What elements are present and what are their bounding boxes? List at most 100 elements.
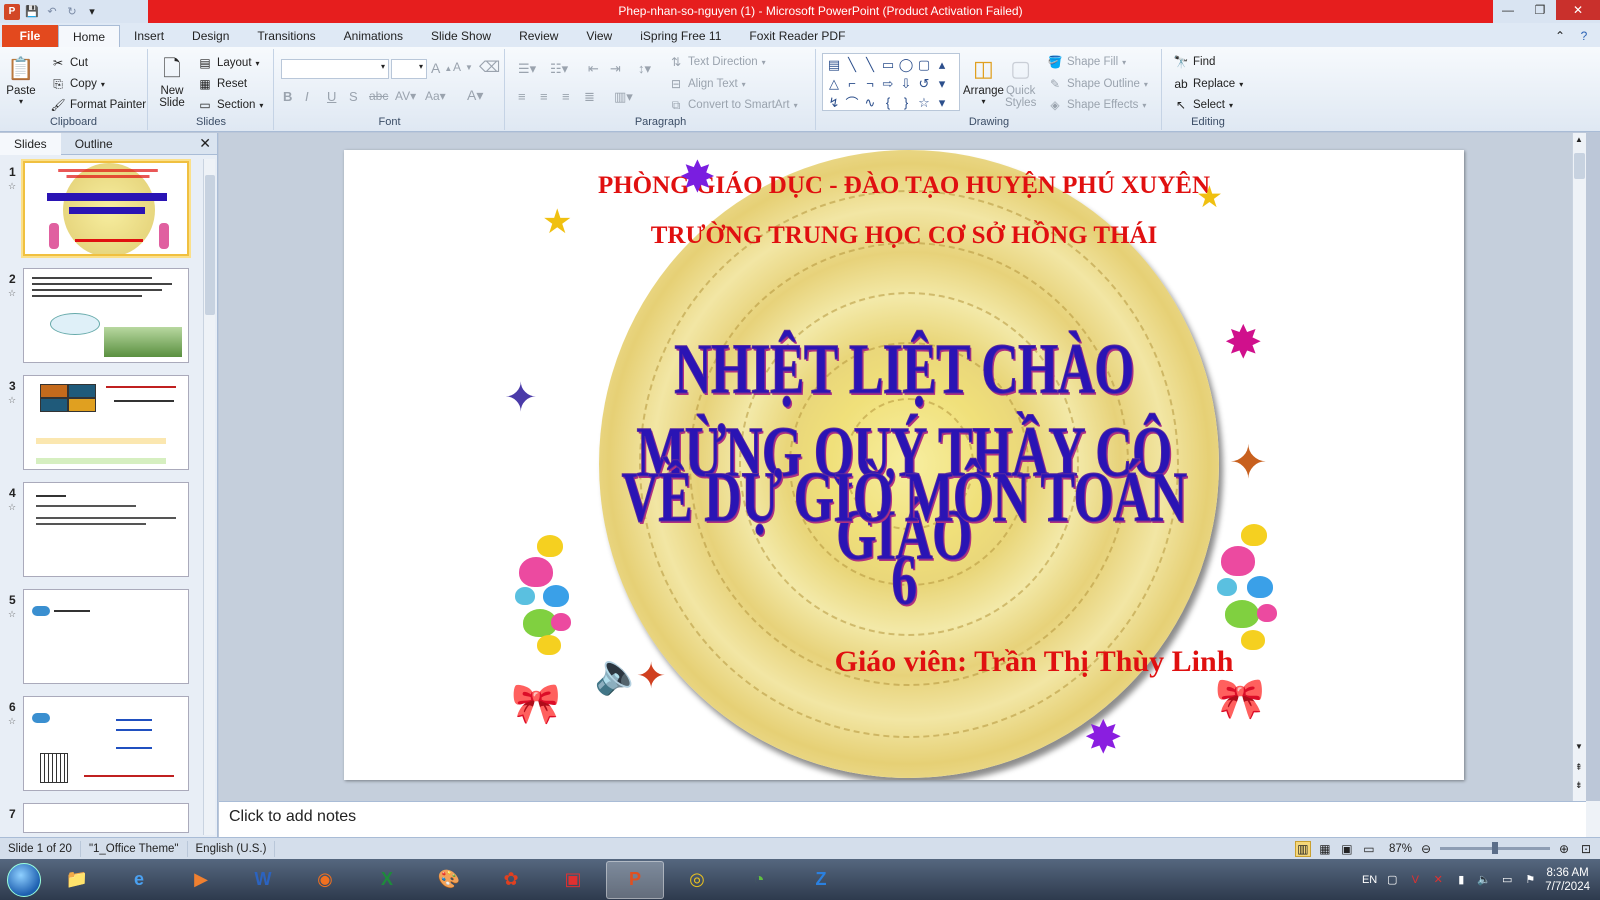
current-slide[interactable]: PHÒNG GIÁO DỤC - ĐÀO TẠO HUYỆN PHÚ XUYÊN…: [344, 150, 1464, 780]
bold-icon[interactable]: B: [283, 89, 292, 104]
increase-indent-icon[interactable]: ⇥: [610, 61, 621, 77]
shape-arrow-icon[interactable]: ⇨: [879, 74, 897, 93]
shape-line2-icon[interactable]: ╲: [861, 55, 879, 74]
previous-slide-icon[interactable]: ⇞: [1575, 762, 1583, 773]
shape-more-icon[interactable]: ▾: [933, 93, 951, 112]
shape-brace-left-icon[interactable]: {: [879, 93, 897, 112]
minimize-button[interactable]: —: [1492, 0, 1524, 20]
justify-icon[interactable]: ≣: [584, 89, 595, 105]
department-heading[interactable]: PHÒNG GIÁO DỤC - ĐÀO TẠO HUYỆN PHÚ XUYÊN: [344, 172, 1464, 200]
start-button[interactable]: [0, 859, 48, 900]
tab-insert[interactable]: Insert: [120, 25, 178, 47]
shape-wave-icon[interactable]: ∿: [861, 93, 879, 112]
font-color-icon[interactable]: A▾: [467, 87, 483, 104]
normal-view-icon[interactable]: ▥: [1294, 840, 1311, 857]
scroll-down-icon[interactable]: ▼: [1575, 742, 1583, 751]
decrease-indent-icon[interactable]: ⇤: [588, 61, 599, 77]
shadow-icon[interactable]: S: [349, 89, 358, 104]
word-icon[interactable]: W: [234, 861, 292, 899]
replace-button[interactable]: ab Replace ▾: [1173, 76, 1243, 92]
zoom-level[interactable]: 87%: [1389, 843, 1412, 855]
shape-down-arrow-icon[interactable]: ⇩: [897, 74, 915, 93]
shape-brace-right-icon[interactable]: }: [897, 93, 915, 112]
underline-icon[interactable]: U: [327, 89, 336, 104]
convert-smartart-button[interactable]: ⧉ Convert to SmartArt ▾: [668, 97, 798, 113]
editor-scrollbar[interactable]: ▲ ▼ ⇞ ⇟: [1572, 133, 1586, 801]
media-player-icon[interactable]: ▶: [172, 861, 230, 899]
char-spacing-icon[interactable]: AV▾: [395, 89, 416, 103]
zoom-out-icon[interactable]: ⊖: [1418, 841, 1434, 857]
pane-scrollbar[interactable]: [203, 159, 215, 835]
zoom-slider[interactable]: [1440, 842, 1550, 854]
shape-arc-icon[interactable]: ⌒: [843, 93, 861, 112]
zoom-in-icon[interactable]: ⊕: [1556, 841, 1572, 857]
shape-effects-button[interactable]: ◈ Shape Effects ▾: [1047, 97, 1146, 113]
tab-review[interactable]: Review: [505, 25, 572, 47]
paint-icon[interactable]: 🎨: [420, 861, 478, 899]
scroll-up-icon[interactable]: ▲: [1575, 135, 1583, 144]
flag-icon[interactable]: ⚑: [1522, 872, 1538, 888]
help-icon[interactable]: ?: [1576, 28, 1592, 44]
excel-icon[interactable]: X: [358, 861, 416, 899]
theme-name[interactable]: "1_Office Theme": [81, 840, 188, 857]
tab-view[interactable]: View: [572, 25, 626, 47]
customize-qat-icon[interactable]: ▾: [84, 4, 100, 20]
fit-to-window-icon[interactable]: ⊡: [1578, 841, 1594, 857]
change-case-icon[interactable]: Aa▾: [425, 89, 446, 103]
align-right-icon[interactable]: ≡: [562, 89, 570, 104]
shape-rect-icon[interactable]: ▭: [879, 55, 897, 74]
quick-styles-button[interactable]: ▢ Quick Styles: [1005, 53, 1036, 110]
shape-textbox-icon[interactable]: ▤: [825, 55, 843, 74]
align-left-icon[interactable]: ≡: [518, 89, 526, 104]
next-slide-icon[interactable]: ⇟: [1575, 780, 1583, 791]
numbering-icon[interactable]: ☷▾: [550, 61, 568, 77]
tab-transitions[interactable]: Transitions: [243, 25, 329, 47]
notes-pane[interactable]: Click to add notes: [219, 801, 1586, 837]
cut-button[interactable]: ✂ Cut: [50, 55, 88, 71]
save-icon[interactable]: 💾: [24, 4, 40, 20]
align-center-icon[interactable]: ≡: [540, 89, 548, 104]
minimize-ribbon-icon[interactable]: ⌃: [1552, 28, 1568, 44]
shape-fill-button[interactable]: 🪣 Shape Fill ▾: [1047, 54, 1127, 70]
italic-icon[interactable]: I: [305, 89, 309, 104]
find-button[interactable]: 🔭 Find: [1173, 54, 1216, 70]
restore-button[interactable]: ❐: [1524, 0, 1556, 20]
undo-icon[interactable]: ↶: [44, 4, 60, 20]
scroll-thumb[interactable]: [1574, 153, 1585, 179]
maple-app-icon[interactable]: ✿: [482, 861, 540, 899]
grow-font-icon[interactable]: A ▲: [431, 60, 452, 76]
zalo-icon[interactable]: Z: [792, 861, 850, 899]
shapes-gallery[interactable]: ▤ ╲ ╲ ▭ ◯ ▢ ▴ △ ⌐ ¬ ⇨ ⇩ ↺ ▾ ↯ ⌒ ∿{} ☆ ▾: [822, 53, 960, 111]
shape-triangle-icon[interactable]: △: [825, 74, 843, 93]
reset-button[interactable]: ▦ Reset: [197, 76, 247, 92]
shape-line-icon[interactable]: ╲: [843, 55, 861, 74]
columns-icon[interactable]: ▥▾: [614, 89, 633, 105]
new-slide-button[interactable]: 🗋 New Slide: [157, 53, 187, 110]
chrome-icon[interactable]: ◎: [668, 861, 726, 899]
shape-elbow-icon[interactable]: ⌐: [843, 74, 861, 93]
tab-file[interactable]: File: [2, 25, 58, 47]
unikey-tray-icon[interactable]: ✕: [1430, 872, 1446, 888]
shape-star-icon[interactable]: ☆: [915, 93, 933, 112]
antivirus-icon[interactable]: V: [1407, 872, 1423, 888]
tab-outline[interactable]: Outline: [61, 133, 127, 155]
slide-sorter-icon[interactable]: ▦: [1317, 841, 1333, 857]
shape-outline-button[interactable]: ✎ Shape Outline ▾: [1047, 76, 1148, 92]
text-direction-button[interactable]: ⇅ Text Direction ▾: [668, 54, 766, 70]
powerpoint-taskbar-icon[interactable]: P: [606, 860, 664, 899]
clear-format-icon[interactable]: ⌫: [479, 58, 500, 76]
firefox-icon[interactable]: ◉: [296, 861, 354, 899]
select-button[interactable]: ↖ Select ▾: [1173, 97, 1233, 113]
zalo-tray-icon[interactable]: ▢: [1384, 872, 1400, 888]
speaker-icon[interactable]: 🔈: [594, 650, 644, 697]
bullets-icon[interactable]: ☰▾: [518, 61, 536, 77]
tab-slides[interactable]: Slides: [0, 132, 61, 155]
section-button[interactable]: ▭ Section ▾: [197, 97, 263, 113]
coccoc-icon[interactable]: ◔: [730, 861, 788, 899]
arrange-button[interactable]: ◫ Arrange ▾: [963, 53, 1004, 106]
monitor-icon[interactable]: ▭: [1499, 872, 1515, 888]
tab-design[interactable]: Design: [178, 25, 243, 47]
layout-button[interactable]: ▤ Layout ▾: [197, 55, 259, 71]
shape-oval-icon[interactable]: ◯: [897, 55, 915, 74]
internet-explorer-icon[interactable]: e: [110, 861, 168, 899]
